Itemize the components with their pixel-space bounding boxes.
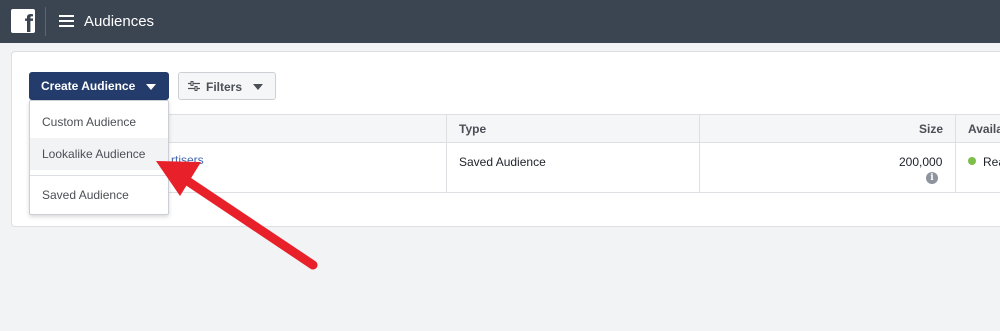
menu-divider <box>30 175 168 176</box>
sliders-icon <box>188 81 200 91</box>
topbar-divider <box>45 7 46 36</box>
filters-label: Filters <box>206 80 243 94</box>
menu-item-custom-audience[interactable]: Custom Audience <box>30 106 168 138</box>
column-divider <box>699 115 700 193</box>
audience-availability: Rea <box>983 155 1000 169</box>
column-divider <box>446 115 447 193</box>
create-audience-label: Create Audience <box>41 79 136 93</box>
facebook-logo-icon[interactable]: f <box>11 9 35 33</box>
audience-name-link[interactable]: rtisers <box>171 153 204 167</box>
audiences-table: Type Size Availa rtisers — Saved Audienc… <box>29 114 1000 193</box>
info-icon[interactable]: i <box>926 172 938 184</box>
top-nav-bar: f Audiences <box>0 0 1000 43</box>
column-header-type[interactable]: Type <box>459 122 486 136</box>
status-ready-dot <box>968 157 976 165</box>
page-title: Audiences <box>84 13 155 30</box>
menu-item-saved-audience[interactable]: Saved Audience <box>30 179 168 211</box>
audience-size: 200,000 <box>899 155 943 169</box>
create-audience-dropdown: Custom Audience Lookalike Audience Saved… <box>29 100 169 215</box>
create-audience-button[interactable]: Create Audience <box>29 72 169 100</box>
menu-item-lookalike-audience[interactable]: Lookalike Audience <box>30 138 168 170</box>
facebook-logo-letter: f <box>24 10 33 34</box>
column-header-availability[interactable]: Availa <box>968 122 1000 136</box>
caret-down-icon <box>146 84 156 90</box>
table-header-row <box>30 115 1000 143</box>
column-header-size[interactable]: Size <box>919 122 943 136</box>
hamburger-menu-icon[interactable] <box>59 15 74 27</box>
caret-down-icon <box>253 84 263 90</box>
column-divider <box>955 115 956 193</box>
filters-button[interactable]: Filters <box>178 72 276 100</box>
audience-type: Saved Audience <box>459 155 546 169</box>
